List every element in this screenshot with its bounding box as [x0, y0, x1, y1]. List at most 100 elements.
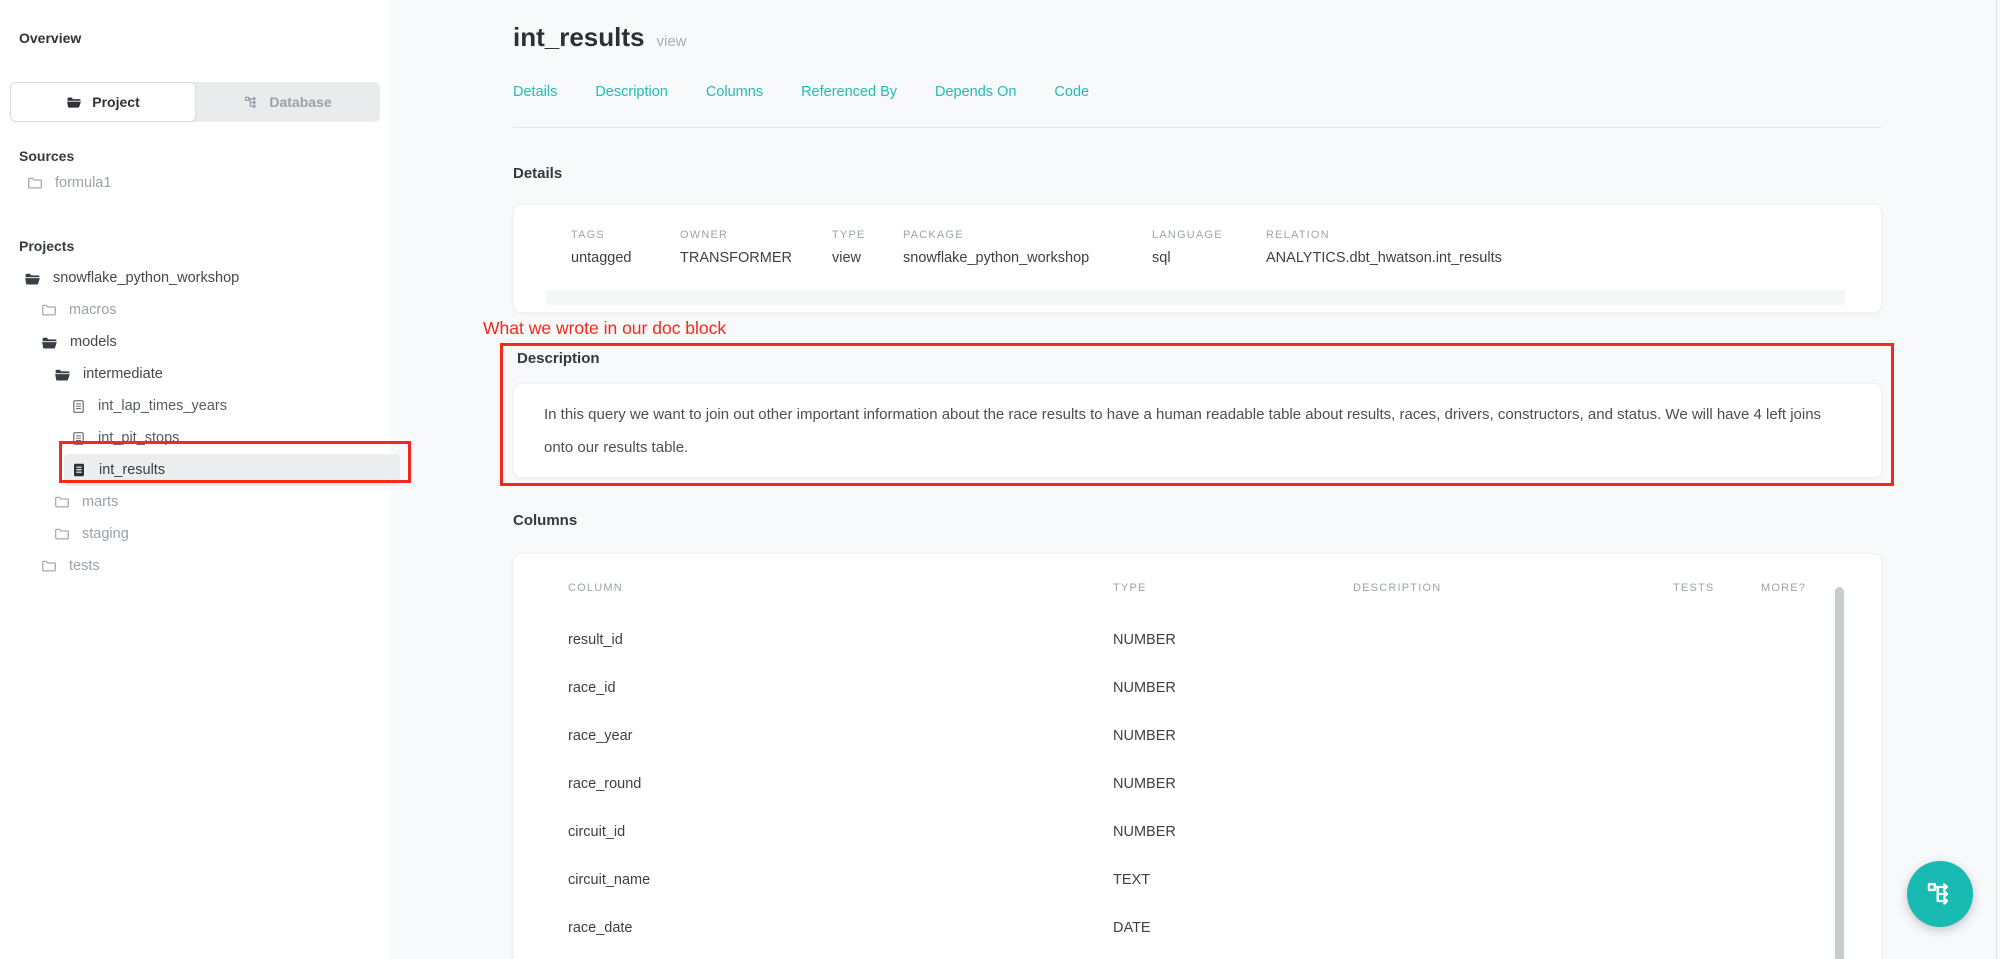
nav-link-details[interactable]: Details [513, 84, 557, 100]
sidebar-item-snowflake-python-workshop[interactable]: snowflake_python_workshop [0, 262, 390, 294]
cell-column-type: DATE [1113, 920, 1353, 936]
field-label: LANGUAGE [1152, 229, 1266, 241]
nav-link-depends-on[interactable]: Depends On [935, 84, 1016, 100]
sidebar-item-intermediate[interactable]: intermediate [0, 358, 390, 390]
model-nav: Details Description Columns Referenced B… [513, 84, 1882, 100]
table-row[interactable]: race_time TIME [568, 952, 1881, 959]
tree-item-label: int_pit_stops [98, 430, 179, 446]
lineage-icon [1926, 880, 1954, 908]
table-row[interactable]: circuit_name TEXT [568, 856, 1881, 904]
tree-item-label: snowflake_python_workshop [53, 270, 239, 286]
sidebar: Overview Project Database Sources formul… [0, 0, 390, 959]
field-package: PACKAGE snowflake_python_workshop [903, 229, 1152, 266]
view-toggle: Project Database [10, 82, 380, 122]
nav-link-referenced-by[interactable]: Referenced By [801, 84, 897, 100]
main-content: int_results view Details Description Col… [390, 0, 2000, 959]
folder-icon [27, 175, 43, 191]
folder-open-icon [41, 334, 58, 351]
tree-item-label: int_lap_times_years [98, 398, 227, 414]
field-label: TAGS [571, 229, 680, 241]
sidebar-item-tests[interactable]: tests [0, 550, 390, 582]
nav-divider [513, 127, 1882, 128]
description-text: In this query we want to join out other … [544, 398, 1851, 464]
cell-column-name: race_id [568, 680, 1113, 696]
folder-open-icon [54, 366, 71, 383]
table-row[interactable]: race_round NUMBER [568, 760, 1881, 808]
tab-database[interactable]: Database [196, 82, 380, 122]
folder-icon [41, 302, 57, 318]
table-scrollbar[interactable] [1835, 587, 1844, 959]
cell-column-type: NUMBER [1113, 824, 1353, 840]
project-tree: snowflake_python_workshop macros models … [0, 262, 390, 582]
column-header-description: DESCRIPTION [1353, 582, 1673, 596]
nav-link-description[interactable]: Description [595, 84, 668, 100]
tree-item-label: tests [69, 558, 100, 574]
column-header-tests: TESTS [1673, 582, 1761, 596]
field-type: TYPE view [832, 229, 903, 266]
folder-icon [66, 94, 82, 110]
page-scrollbar-track[interactable] [1996, 0, 2000, 959]
sidebar-item-formula1[interactable]: formula1 [0, 170, 390, 196]
cell-column-name: circuit_name [568, 872, 1113, 888]
sidebar-item-int-results[interactable]: int_results [64, 454, 400, 486]
sidebar-item-int-pit-stops[interactable]: int_pit_stops [0, 422, 390, 454]
description-card: In this query we want to join out other … [513, 383, 1882, 478]
field-language: LANGUAGE sql [1152, 229, 1266, 266]
folder-icon [54, 494, 70, 510]
cell-column-type: NUMBER [1113, 680, 1353, 696]
sidebar-item-int-lap-times-years[interactable]: int_lap_times_years [0, 390, 390, 422]
cell-column-name: race_date [568, 920, 1113, 936]
nav-link-columns[interactable]: Columns [706, 84, 763, 100]
cell-column-type: NUMBER [1113, 632, 1353, 648]
table-row[interactable]: race_date DATE [568, 904, 1881, 952]
tree-item-label: int_results [99, 462, 165, 478]
sidebar-item-models[interactable]: models [0, 326, 390, 358]
sidebar-item-marts[interactable]: marts [0, 486, 390, 518]
field-relation: RELATION ANALYTICS.dbt_hwatson.int_resul… [1266, 229, 1502, 266]
field-value: untagged [571, 250, 680, 266]
cell-column-name: result_id [568, 632, 1113, 648]
description-heading: Description [517, 350, 1891, 367]
materialization-badge: view [657, 33, 687, 50]
lineage-fab-button[interactable] [1907, 861, 1973, 927]
field-value: sql [1152, 250, 1266, 266]
file-filled-icon [71, 462, 87, 478]
table-row[interactable]: race_year NUMBER [568, 712, 1881, 760]
file-icon [71, 399, 86, 414]
cell-column-name: race_round [568, 776, 1113, 792]
columns-table-header: COLUMN TYPE DESCRIPTION TESTS MORE? [568, 582, 1881, 596]
page-title: int_results [513, 20, 645, 54]
details-heading: Details [513, 165, 1882, 182]
field-tags: TAGS untagged [571, 229, 680, 266]
lineage-icon [244, 95, 259, 110]
folder-icon [41, 558, 57, 574]
tree-item-label: formula1 [55, 175, 111, 191]
field-owner: OWNER TRANSFORMER [680, 229, 832, 266]
columns-table-body: result_id NUMBER race_id NUMBER race_yea… [568, 616, 1881, 959]
tree-item-label: marts [82, 494, 118, 510]
field-label: RELATION [1266, 229, 1502, 241]
table-row[interactable]: circuit_id NUMBER [568, 808, 1881, 856]
field-value: view [832, 250, 903, 266]
cell-column-name: circuit_id [568, 824, 1113, 840]
tree-item-label: staging [82, 526, 129, 542]
card-footer-bar [546, 290, 1845, 305]
tab-project[interactable]: Project [10, 82, 196, 122]
cell-column-type: NUMBER [1113, 728, 1353, 744]
details-card: TAGS untagged OWNER TRANSFORMER TYPE vie… [513, 204, 1882, 313]
cell-column-name: race_year [568, 728, 1113, 744]
cell-column-type: TEXT [1113, 872, 1353, 888]
column-header-type: TYPE [1113, 582, 1353, 596]
sources-heading: Sources [19, 148, 390, 164]
nav-link-code[interactable]: Code [1054, 84, 1089, 100]
field-label: PACKAGE [903, 229, 1152, 241]
sidebar-item-macros[interactable]: macros [0, 294, 390, 326]
folder-icon [54, 526, 70, 542]
table-row[interactable]: race_id NUMBER [568, 664, 1881, 712]
table-row[interactable]: result_id NUMBER [568, 616, 1881, 664]
columns-heading: Columns [513, 512, 1882, 529]
sidebar-item-staging[interactable]: staging [0, 518, 390, 550]
field-label: TYPE [832, 229, 903, 241]
tree-item-label: intermediate [83, 366, 163, 382]
file-icon [71, 431, 86, 446]
